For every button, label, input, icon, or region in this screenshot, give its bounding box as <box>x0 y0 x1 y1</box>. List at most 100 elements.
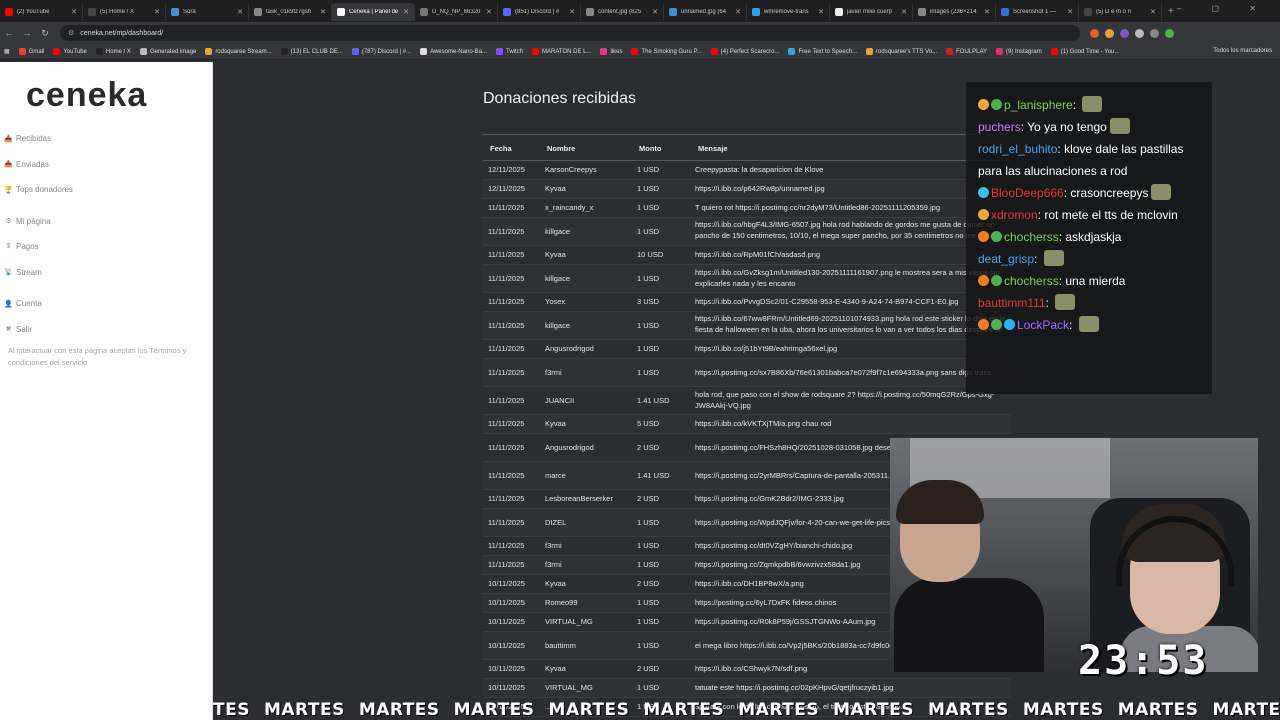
browser-tab[interactable]: Sora ✕ <box>166 3 249 21</box>
browser-tab[interactable]: wmremove-trans ✕ <box>747 3 830 21</box>
tab-close-icon[interactable]: ✕ <box>984 8 990 16</box>
sidebar-item-stream[interactable]: 📡 Stream <box>4 260 204 286</box>
sidebar-item-pagos[interactable]: $ Pagos <box>4 234 204 260</box>
bookmark-item[interactable]: Twitch <box>496 48 523 55</box>
browser-tab[interactable]: javier milei cuerp ✕ <box>830 3 913 21</box>
bookmark-item[interactable]: MARATON DE L... <box>532 48 591 55</box>
bookmark-item[interactable]: (4) Perfect Scarecro... <box>710 48 779 55</box>
column-header-mensaje[interactable]: Mensaje <box>691 138 1011 161</box>
tab-close-icon[interactable]: ✕ <box>1150 8 1156 16</box>
cell-mensaje[interactable]: https://i.ibb.co/GvZksg1m/Untitled130-20… <box>691 264 1011 293</box>
tab-close-icon[interactable]: ✕ <box>652 8 658 16</box>
tab-close-icon[interactable]: ✕ <box>1067 8 1073 16</box>
reload-icon[interactable]: ↻ <box>36 28 54 39</box>
apps-icon[interactable]: ▦ <box>4 48 10 55</box>
all-bookmarks-button[interactable]: Todos los marcadores <box>1213 48 1272 54</box>
column-header-fecha[interactable]: Fecha <box>483 138 540 161</box>
bookmark-item[interactable]: FOULPLAY <box>946 48 987 55</box>
bookmark-item[interactable]: likes <box>600 48 622 55</box>
sidebar-item-enviadas[interactable]: 📤 Enviadas <box>4 152 204 178</box>
bookmark-item[interactable]: Generated image <box>139 48 196 55</box>
cell-nombre: DIZEL <box>540 508 632 537</box>
extension-icon[interactable] <box>1150 28 1159 38</box>
chat-badge-icon <box>978 99 989 110</box>
cell-mensaje-text: https://i.ibb.co/67ww8FRm/Untitled69-202… <box>695 314 1005 337</box>
column-header-nombre[interactable]: Nombre <box>540 138 632 161</box>
cell-fecha: 11/11/2025 <box>483 245 540 265</box>
back-icon[interactable]: ← <box>0 28 18 38</box>
site-info-icon[interactable]: ⚙ <box>68 29 74 37</box>
tab-close-icon[interactable]: ✕ <box>403 8 409 16</box>
bookmark-item[interactable]: rodsquaree Stream... <box>205 48 272 55</box>
url-field[interactable]: ⚙ ceneka.net/mp/dashboard/ <box>60 25 1080 41</box>
extension-icon[interactable] <box>1105 28 1114 38</box>
sidebar-item-salir[interactable]: ✖ Salir <box>4 317 204 343</box>
sidebar-item-tops-donadores[interactable]: 🏆 Tops donadores <box>4 177 204 203</box>
tab-close-icon[interactable]: ✕ <box>237 8 243 16</box>
bookmark-item[interactable]: (9) Instagram <box>996 48 1042 55</box>
cell-mensaje[interactable]: Creepypasta: la desaparicion de Klove <box>691 160 1011 180</box>
bookmark-item[interactable]: The Smoking Guru P... <box>631 48 702 55</box>
cell-mensaje[interactable]: hola rod, que paso con el show de rodsqu… <box>691 386 1011 415</box>
tab-close-icon[interactable]: ✕ <box>320 8 326 16</box>
bookmark-item[interactable]: Awesome-Nano-Ba... <box>420 48 487 55</box>
bookmark-item[interactable]: (13) EL CLUB DE... <box>280 48 343 55</box>
cell-mensaje[interactable]: https://i.ibb.co/PvvgDSc2/01-C29558-953-… <box>691 292 1011 312</box>
cell-nombre: killgace <box>540 264 632 293</box>
browser-tab[interactable]: unnamed.jpg (64 ✕ <box>664 3 747 21</box>
browser-tab[interactable]: content.jpg (825 ✕ <box>581 3 664 21</box>
sidebar-item-mi-p-gina[interactable]: ⚙ Mi página <box>4 209 204 235</box>
bookmark-label: Home / X <box>105 48 131 55</box>
cell-mensaje[interactable]: https://i.ibb.co/hbgF4L3/IMG-6507.jpg ho… <box>691 217 1011 246</box>
tab-close-icon[interactable]: ✕ <box>901 8 907 16</box>
table-row: 12/11/2025 KarsonCreepys 1 USD Creepypas… <box>483 160 1011 180</box>
cell-mensaje-text: https://i.ibb.co/RpM01fCh/asdasd.png <box>695 250 821 259</box>
ticker-word: MARTES <box>263 700 345 720</box>
column-header-monto[interactable]: Monto <box>632 138 691 161</box>
sidebar-item-recibidas[interactable]: 📥 Recibidas <box>4 126 204 152</box>
tab-close-icon[interactable]: ✕ <box>71 8 77 16</box>
profile-avatar[interactable] <box>1165 28 1174 38</box>
cell-mensaje[interactable]: https://i.ibb.co/kVKTXjTM/a.png chau rod <box>691 414 1011 434</box>
browser-tab[interactable]: task_01k9tz7gsh ✕ <box>249 3 332 21</box>
ticker-word: MARTES <box>738 700 820 720</box>
bookmark-item[interactable]: Free Text to Speech... <box>788 48 857 55</box>
bookmark-item[interactable]: YouTube <box>53 48 87 55</box>
cell-mensaje[interactable]: T quiero rot https://i.postimg.cc/nr2dyM… <box>691 198 1011 218</box>
extension-icon[interactable] <box>1090 28 1099 38</box>
cell-mensaje[interactable]: tatuate este https://i.postimg.cc/02pKHp… <box>691 678 1011 698</box>
forward-icon[interactable]: → <box>18 28 36 38</box>
cell-mensaje[interactable]: https://i.postimg.cc/sx7B86Xb/76e61301ba… <box>691 358 1011 387</box>
cell-mensaje[interactable]: https://i.ibb.co/j51bYt9B/eahrimga56xel.… <box>691 339 1011 359</box>
bookmark-item[interactable]: Gmail <box>18 48 44 55</box>
browser-tab[interactable]: images (236×214 ✕ <box>913 3 996 21</box>
browser-tab[interactable]: (2) YouTube ✕ <box>0 3 83 21</box>
sidebar-item-cuenta[interactable]: 👤 Cuenta <box>4 291 204 317</box>
cell-mensaje[interactable]: https://i.ibb.co/RpM01fCh/asdasd.png <box>691 245 1011 265</box>
ceneka-logo[interactable]: ceneka <box>26 76 147 115</box>
tab-close-icon[interactable]: ✕ <box>486 8 492 16</box>
new-tab-button[interactable]: + <box>1168 6 1174 17</box>
browser-tab[interactable]: Ceneka | Panel de ✕ <box>332 3 415 21</box>
cell-nombre: Angusrodrigod <box>540 433 632 462</box>
tab-close-icon[interactable]: ✕ <box>818 8 824 16</box>
cell-fecha: 11/11/2025 <box>483 292 540 312</box>
bookmark-item[interactable]: rodsquaree's TTS Vo... <box>866 48 937 55</box>
table-row: 11/11/2025 Yosex 3 USD https://i.ibb.co/… <box>483 292 1011 312</box>
cell-mensaje[interactable]: https://i.ibb.co/p642Rw8p/unnamed.jpg <box>691 179 1011 199</box>
browser-tab[interactable]: (5) D e m o n ✕ <box>1079 3 1162 21</box>
browser-tab[interactable]: (851) Discord | # ✕ <box>498 3 581 21</box>
tab-close-icon[interactable]: ✕ <box>569 8 575 16</box>
bookmark-item[interactable]: (1) Good Time - You... <box>1050 48 1119 55</box>
tab-close-icon[interactable]: ✕ <box>154 8 160 16</box>
extension-icon[interactable] <box>1135 28 1144 38</box>
tab-close-icon[interactable]: ✕ <box>735 8 741 16</box>
extension-icon[interactable] <box>1120 28 1129 38</box>
browser-tab[interactable]: D_NQ_NP_66320 ✕ <box>415 3 498 21</box>
bookmark-item[interactable]: Home / X <box>95 48 131 55</box>
browser-tab[interactable]: Screenshot 1 — ✕ <box>996 3 1079 21</box>
window-controls[interactable]: – ▢ ✕ <box>1177 4 1270 13</box>
browser-tab[interactable]: (5) Home / X ✕ <box>83 3 166 21</box>
cell-mensaje[interactable]: https://i.ibb.co/67ww8FRm/Untitled69-202… <box>691 311 1011 340</box>
bookmark-item[interactable]: (787) Discord | #... <box>351 48 411 55</box>
